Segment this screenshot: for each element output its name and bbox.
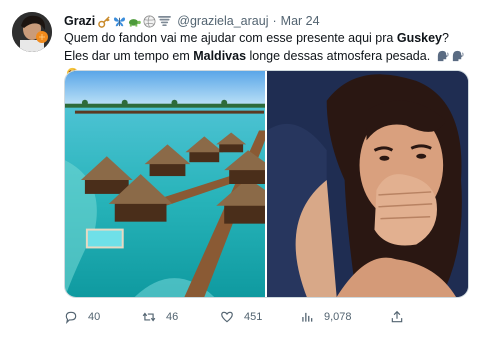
display-name[interactable]: Grazi <box>64 13 95 29</box>
maldives-photo[interactable] <box>65 71 265 297</box>
separator-dot: · <box>272 14 277 28</box>
tweet-text-part: longe dessas atmosfera pesada. <box>246 49 434 63</box>
retweet-icon <box>142 310 156 324</box>
heart-icon <box>220 310 234 324</box>
retweet-button[interactable]: 46 <box>142 310 178 324</box>
reply-count: 40 <box>88 311 101 323</box>
handle[interactable]: @graziela_arauj <box>177 13 268 29</box>
key-icon <box>98 15 111 28</box>
reply-button[interactable]: 40 <box>64 310 100 324</box>
views-icon <box>300 310 314 324</box>
tweet-text-part: Quem do fandon vai me ajudar com esse pr… <box>64 31 397 45</box>
tweet[interactable]: Grazi @graziela_arauj · Mar 24 Quem do f… <box>0 0 486 341</box>
tweet-text-bold: Maldivas <box>193 49 247 63</box>
retweet-count: 46 <box>166 311 179 323</box>
woman-photo[interactable] <box>267 71 468 297</box>
views-count: 9,078 <box>324 311 352 323</box>
tornado-icon <box>158 15 172 28</box>
tweet-text-bold: Guskey <box>396 31 443 45</box>
reply-icon <box>64 310 78 324</box>
volleyball-icon <box>143 15 156 28</box>
turtle-icon <box>128 15 142 28</box>
avatar[interactable] <box>12 12 52 52</box>
share-button[interactable] <box>390 310 404 324</box>
media-grid <box>64 70 469 298</box>
share-icon <box>390 310 404 324</box>
like-count: 451 <box>244 311 263 323</box>
speaking-head-icon <box>436 49 449 62</box>
speaking-head-icon <box>451 49 464 62</box>
action-bar: 40 46 451 9,078 <box>64 308 469 326</box>
butterfly-icon <box>113 15 126 28</box>
name-emojis <box>98 15 172 28</box>
tweet-header: Grazi @graziela_arauj · Mar 24 <box>64 13 320 29</box>
views-button[interactable]: 9,078 <box>300 310 352 324</box>
like-button[interactable]: 451 <box>220 310 262 324</box>
timestamp[interactable]: Mar 24 <box>281 13 320 29</box>
